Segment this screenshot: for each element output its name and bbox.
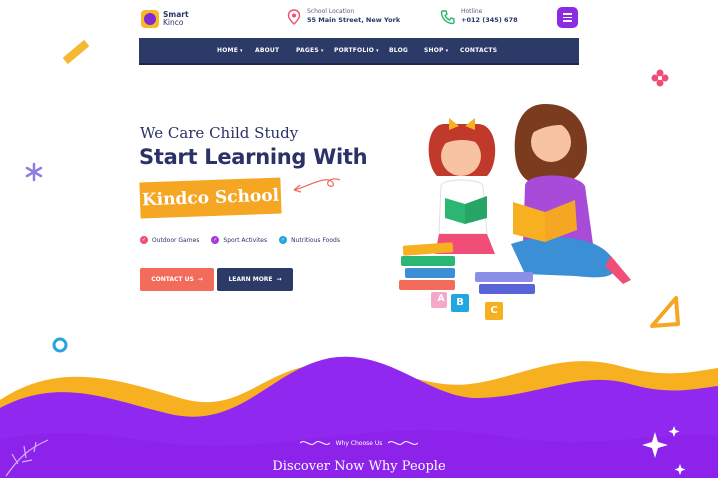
hero-tagline: We Care Child Study xyxy=(140,124,299,142)
arrow-right-icon: → xyxy=(276,276,282,283)
nav-item-about[interactable]: ABOUT xyxy=(255,38,279,63)
hero-title: Start Learning With xyxy=(139,145,368,169)
section-eyebrow: Why Choose Us xyxy=(0,438,718,448)
learn-more-button[interactable]: LEARN MORE → xyxy=(217,268,293,291)
hero-illustration xyxy=(399,104,631,320)
decor-star-icon xyxy=(25,162,43,182)
section-heading: Discover Now Why People xyxy=(272,459,446,474)
block-c-label: C xyxy=(490,305,498,316)
nav-item-contacts[interactable]: CONTACTS xyxy=(460,38,497,63)
eyebrow-text: Why Choose Us xyxy=(335,439,383,447)
school-location: School Location 55 Main Street, New York xyxy=(286,8,400,25)
main-navigation: HOME ▾ ABOUT PAGES ▾ PORTFOLIO ▾ BLOG SHOP ▾… xyxy=(139,38,579,63)
location-label: School Location xyxy=(307,8,355,15)
decor-ruler-icon xyxy=(62,39,90,65)
logo-mark-icon xyxy=(141,10,159,28)
decor-flower-icon xyxy=(651,69,669,87)
check-icon: ✓ xyxy=(279,236,288,244)
nav-item-home[interactable]: HOME ▾ xyxy=(217,38,243,63)
nav-item-portfolio[interactable]: PORTFOLIO ▾ xyxy=(334,38,379,63)
squiggle-right-icon xyxy=(388,441,419,445)
squiggle-left-icon xyxy=(299,441,330,445)
decor-triangle-icon xyxy=(650,296,680,328)
chevron-down-icon: ▾ xyxy=(376,47,379,54)
nav-item-pages[interactable]: PAGES ▾ xyxy=(296,38,324,63)
phone-icon xyxy=(440,9,456,25)
nav-item-blog[interactable]: BLOG xyxy=(389,38,408,63)
chevron-down-icon: ▾ xyxy=(320,47,324,54)
location-value: 55 Main Street, New York xyxy=(307,16,401,24)
chevron-down-icon: ▾ xyxy=(445,47,449,54)
feature-item: ✓ Sport Activites xyxy=(211,236,268,244)
hotline: Hotline +012 (345) 678 xyxy=(440,8,518,25)
feature-item: ✓ Outdoor Games xyxy=(140,236,200,244)
arrow-right-icon: → xyxy=(197,276,203,283)
hotline-value[interactable]: +012 (345) 678 xyxy=(461,16,518,25)
hamburger-menu-button[interactable] xyxy=(557,7,578,28)
location-pin-icon xyxy=(286,8,302,25)
block-b-label: B xyxy=(456,297,464,308)
hero-highlight: Kindco School xyxy=(139,177,282,219)
contact-us-button[interactable]: CONTACT US → xyxy=(140,268,214,291)
nav-item-shop[interactable]: SHOP ▾ xyxy=(424,38,448,63)
feature-item: ✓ Nutritious Foods xyxy=(279,236,340,244)
logo-line-2: Kinco xyxy=(163,18,184,27)
wave-background xyxy=(0,356,718,478)
check-icon: ✓ xyxy=(211,236,220,244)
chevron-down-icon: ▾ xyxy=(240,47,243,54)
block-a-label: A xyxy=(437,294,445,304)
feature-list: ✓ Outdoor Games ✓ Sport Activites ✓ Nutr… xyxy=(140,236,340,244)
curly-arrow-icon xyxy=(293,178,341,193)
check-icon: ✓ xyxy=(140,236,148,244)
hotline-label: Hotline xyxy=(461,8,483,15)
site-logo[interactable]: Smart Kinco xyxy=(141,8,201,30)
